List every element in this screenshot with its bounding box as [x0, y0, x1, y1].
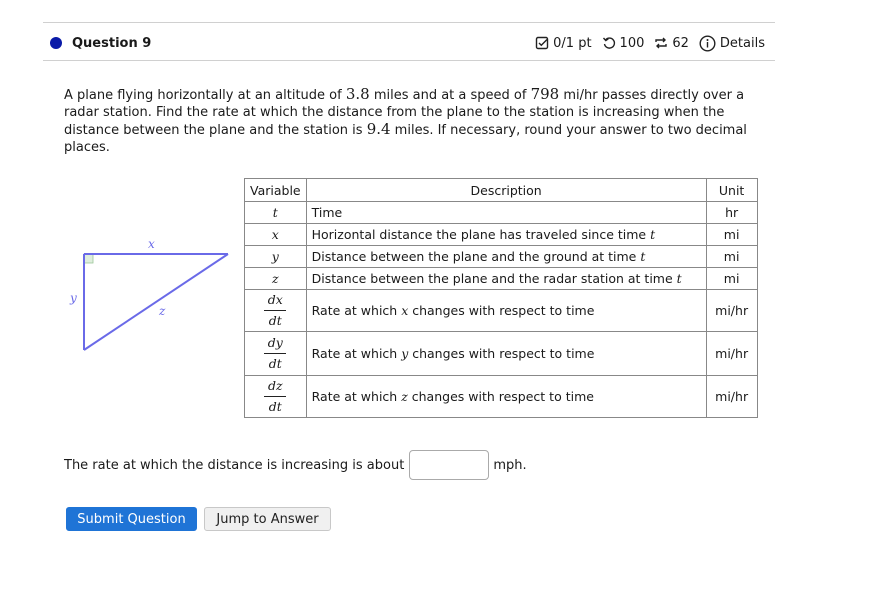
table-row: t Time hr [244, 201, 758, 224]
description-text: Horizontal distance the plane has travel… [311, 227, 651, 242]
unit-cell: mi [705, 245, 758, 268]
unit-cell: mi [705, 223, 758, 246]
description-cell: Rate at which y changes with respect to … [305, 331, 707, 376]
table-row: dy dt Rate at which y changes with respec… [244, 331, 758, 376]
altitude-value: 3.8 [345, 85, 370, 103]
top-divider [43, 22, 775, 23]
answer-prefix: The rate at which the distance is increa… [64, 457, 405, 473]
fraction-denominator: dt [268, 356, 282, 371]
table-header-row: Variable Description Unit [244, 178, 758, 202]
variable-cell: dx dt [244, 289, 307, 332]
answer-suffix: mph. [493, 457, 527, 473]
variables-table: Variable Description Unit t Time hr x Ho… [244, 178, 758, 418]
variable-cell: dy dt [244, 331, 307, 376]
checkbox-icon [535, 36, 549, 50]
speed-value: 798 [530, 85, 560, 103]
fraction-denominator: dt [268, 313, 282, 328]
description-text: Time [311, 205, 343, 220]
unit-cell: mi [705, 267, 758, 290]
description-var: t [650, 227, 656, 242]
jump-to-answer-button[interactable]: Jump to Answer [204, 507, 331, 531]
derivative-fraction: dx dt [264, 292, 287, 329]
problem-part: A plane flying horizontally at an altitu… [64, 88, 346, 103]
description-cell: Rate at which z changes with respect to … [305, 375, 707, 418]
fraction-numerator: dy [267, 335, 283, 350]
triangle-diagram: x y z [69, 237, 229, 351]
header-unit: Unit [705, 178, 758, 202]
undo-icon [602, 36, 616, 50]
description-text: Rate at which [311, 346, 402, 361]
info-icon[interactable] [699, 34, 716, 52]
label-y: y [69, 291, 77, 305]
attempts-text: 100 [619, 35, 645, 51]
header-divider [43, 60, 775, 61]
right-angle-marker [83, 253, 94, 264]
submit-question-button[interactable]: Submit Question [66, 507, 197, 531]
fraction-denominator: dt [268, 399, 282, 414]
label-z: z [158, 304, 166, 318]
description-var: t [640, 249, 646, 264]
unit-cell: mi/hr [705, 289, 758, 332]
label-x: x [148, 237, 155, 251]
derivative-fraction: dz dt [264, 378, 287, 415]
question-header: Question 9 0/1 pt 100 62 Details [50, 33, 765, 53]
side-z [83, 253, 229, 351]
description-cell: Distance between the plane and the groun… [305, 245, 707, 268]
details-link[interactable]: Details [720, 36, 765, 51]
description-cell: Horizontal distance the plane has travel… [305, 223, 707, 246]
unit-cell: mi/hr [705, 375, 758, 418]
description-text: Distance between the plane and the groun… [311, 249, 641, 264]
description-text: Distance between the plane and the radar… [311, 271, 677, 286]
repeat-icon [654, 36, 668, 50]
description-tail: changes with respect to time [407, 389, 594, 404]
description-text: Rate at which [311, 303, 402, 318]
header-description: Description [305, 178, 707, 202]
score-text: 0/1 pt [553, 35, 592, 51]
description-var: z [401, 389, 408, 404]
question-title: Question 9 [72, 35, 152, 51]
fraction-numerator: dz [268, 378, 283, 393]
description-cell: Time [305, 201, 707, 224]
header-variable: Variable [244, 178, 307, 202]
table-row: x Horizontal distance the plane has trav… [244, 223, 758, 246]
description-cell: Rate at which x changes with respect to … [305, 289, 707, 332]
status-dot [50, 37, 62, 49]
description-var: t [676, 271, 682, 286]
table-row: dx dt Rate at which x changes with respec… [244, 289, 758, 332]
answer-row: The rate at which the distance is increa… [64, 450, 527, 480]
variable-cell: y [244, 245, 307, 268]
variable-cell: t [244, 201, 307, 224]
retries-text: 62 [672, 35, 689, 51]
problem-text: A plane flying horizontally at an altitu… [64, 86, 754, 156]
variable-cell: dz dt [244, 375, 307, 418]
distance-value: 9.4 [366, 120, 391, 138]
answer-input[interactable] [409, 450, 490, 480]
description-tail: changes with respect to time [408, 303, 595, 318]
table-row: dz dt Rate at which z changes with respec… [244, 375, 758, 418]
problem-part: miles and at a speed of [369, 88, 531, 103]
table-row: y Distance between the plane and the gro… [244, 245, 758, 268]
derivative-fraction: dy dt [264, 335, 287, 372]
question-meta: 0/1 pt 100 62 Details [535, 34, 765, 52]
description-tail: changes with respect to time [408, 346, 595, 361]
description-text: Rate at which [311, 389, 402, 404]
table-row: z Distance between the plane and the rad… [244, 267, 758, 290]
variable-cell: z [244, 267, 307, 290]
fraction-numerator: dx [267, 292, 283, 307]
description-cell: Distance between the plane and the radar… [305, 267, 707, 290]
unit-cell: mi/hr [705, 331, 758, 376]
variable-cell: x [244, 223, 307, 246]
unit-cell: hr [705, 201, 758, 224]
